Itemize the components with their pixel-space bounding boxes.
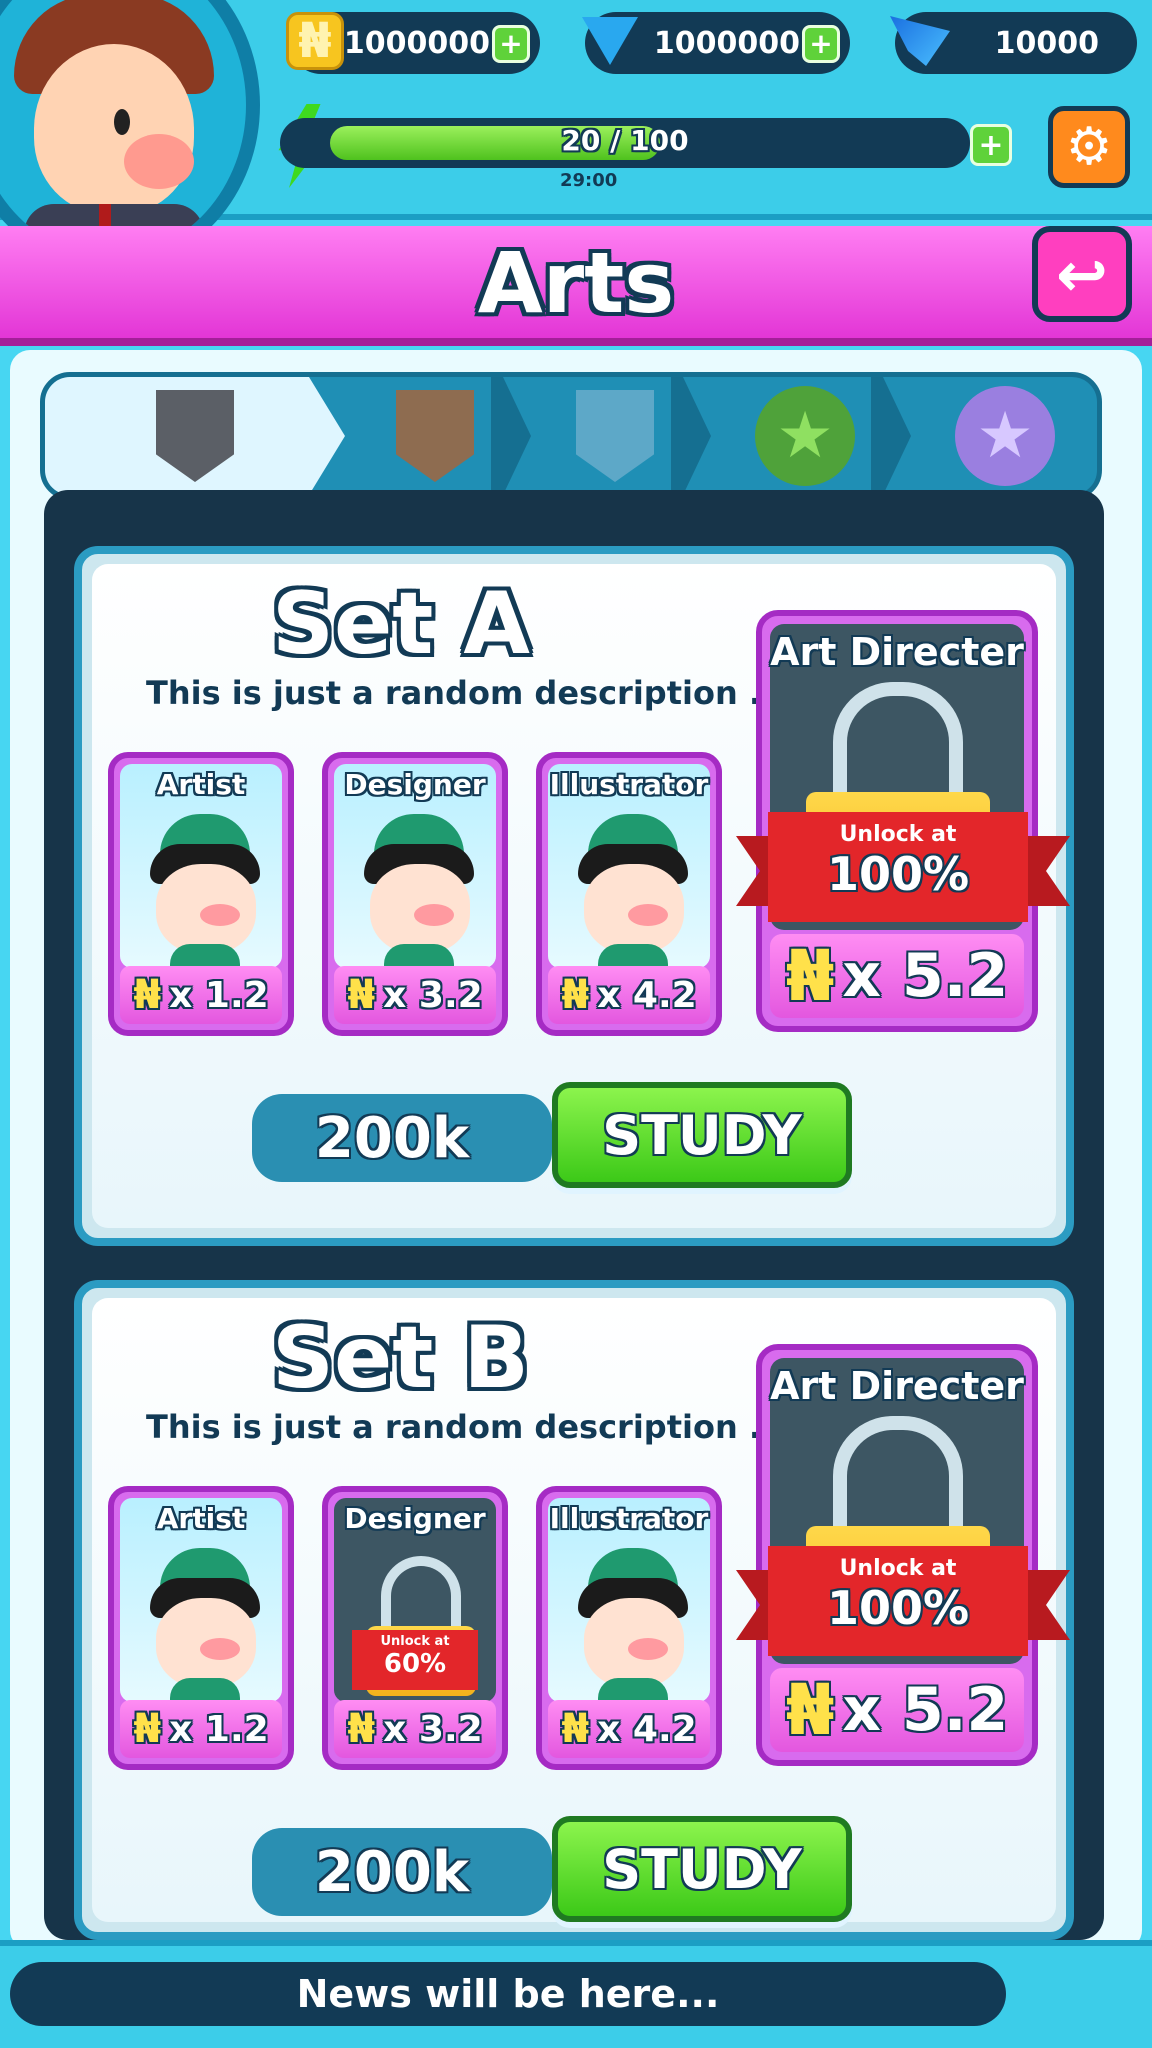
role-name: Designer	[344, 768, 486, 801]
role-name: Illustrator	[549, 1502, 709, 1535]
coins-value: 1000000	[343, 26, 490, 61]
role-name: Illustrator	[549, 768, 709, 801]
title-banner: Arts	[0, 226, 1152, 346]
tab-tier-3[interactable]	[525, 377, 711, 495]
naira-icon: ₦	[785, 1669, 835, 1751]
study-button[interactable]: STUDY	[552, 1082, 852, 1188]
gems-counter: 1000000 +	[582, 12, 850, 74]
add-energy-button[interactable]: +	[970, 124, 1012, 166]
role-multiplier: ₦ x 1.2	[120, 1700, 282, 1758]
role-card-illustrator[interactable]: Illustrator ₦ x 4.2	[536, 1486, 722, 1770]
naira-icon: ₦	[133, 1706, 162, 1752]
gems-value: 1000000	[653, 26, 800, 61]
tier-tabs: ★ ★	[40, 372, 1102, 500]
set-title: Set B	[272, 1308, 529, 1408]
energy-timer: 29:00	[560, 170, 618, 191]
silver-shield-icon	[576, 390, 654, 482]
role-card-artist[interactable]: Artist ₦ x 1.2	[108, 752, 294, 1036]
news-ticker: News will be here...	[10, 1962, 1006, 2026]
role-multiplier: ₦ x 5.2	[770, 1668, 1024, 1752]
diamond-icon	[575, 6, 645, 76]
top-hud: ₦ 1000000 + 1000000 + 10000 20 / 100 29:…	[0, 0, 1152, 270]
role-multiplier: ₦ x 3.2	[334, 1700, 496, 1758]
wing-icon	[885, 6, 955, 76]
role-multiplier: ₦ x 1.2	[120, 966, 282, 1024]
back-button[interactable]: ↩	[1032, 226, 1132, 322]
role-card-illustrator[interactable]: Illustrator ₦ x 4.2	[536, 752, 722, 1036]
study-cost: 200k	[252, 1828, 552, 1916]
role-card-designer[interactable]: Designer Unlock at 60% ₦ x 3.2	[322, 1486, 508, 1770]
naira-icon: ₦	[347, 1706, 376, 1752]
role-name: Designer	[344, 1502, 486, 1535]
naira-icon: ₦	[133, 972, 162, 1018]
page-title: Arts	[477, 234, 675, 332]
role-name: Art Directer	[770, 1364, 1024, 1408]
set-card: Set A This is just a random description …	[74, 546, 1074, 1246]
role-multiplier: ₦ x 5.2	[770, 934, 1024, 1018]
news-bar: News will be here...	[0, 1940, 1152, 2048]
unlock-ribbon: Unlock at 60%	[352, 1630, 478, 1690]
naira-icon: ₦	[785, 935, 835, 1017]
add-coins-button[interactable]: +	[492, 25, 530, 63]
role-multiplier: ₦ x 4.2	[548, 1700, 710, 1758]
sets-list: Set A This is just a random description …	[44, 490, 1104, 1940]
set-description: This is just a random description .	[146, 674, 762, 712]
role-card-art-director[interactable]: Art Directer Unlock at 100% ₦ x 5.2	[736, 610, 1070, 1032]
tab-tier-4[interactable]: ★	[705, 377, 911, 495]
role-card-designer[interactable]: Designer ₦ x 3.2	[322, 752, 508, 1036]
role-name: Artist	[156, 768, 246, 801]
bronze-shield-icon	[396, 390, 474, 482]
naira-icon: ₦	[347, 972, 376, 1018]
unlock-ribbon: Unlock at 100%	[768, 812, 1028, 922]
role-multiplier: ₦ x 4.2	[548, 966, 710, 1024]
wings-counter: 10000	[890, 12, 1137, 74]
role-card-art-director[interactable]: Art Directer Unlock at 100% ₦ x 5.2	[736, 1344, 1070, 1766]
naira-icon: ₦	[561, 1706, 590, 1752]
tab-tier-2[interactable]	[345, 377, 531, 495]
role-card-artist[interactable]: Artist ₦ x 1.2	[108, 1486, 294, 1770]
set-description: This is just a random description .	[146, 1408, 762, 1446]
tab-tier-5[interactable]: ★	[905, 377, 1097, 495]
study-button[interactable]: STUDY	[552, 1816, 852, 1922]
tab-tier-1[interactable]	[45, 377, 345, 495]
return-arrow-icon: ↩	[1056, 237, 1108, 311]
energy-bar: 20 / 100	[280, 118, 970, 168]
role-name: Art Directer	[770, 630, 1024, 674]
energy-text: 20 / 100	[561, 124, 689, 157]
naira-icon: ₦	[561, 972, 590, 1018]
role-name: Artist	[156, 1502, 246, 1535]
naira-coin-icon: ₦	[280, 6, 350, 76]
wings-value: 10000	[994, 26, 1099, 61]
grey-shield-icon	[156, 390, 234, 482]
add-gems-button[interactable]: +	[802, 25, 840, 63]
coins-counter: ₦ 1000000 +	[286, 12, 540, 74]
set-title: Set A	[272, 574, 530, 674]
settings-gear-icon[interactable]: ⚙	[1048, 106, 1130, 188]
role-multiplier: ₦ x 3.2	[334, 966, 496, 1024]
study-cost: 200k	[252, 1094, 552, 1182]
set-card: Set B This is just a random description …	[74, 1280, 1074, 1940]
purple-star-emblem-icon: ★	[955, 386, 1055, 486]
unlock-ribbon: Unlock at 100%	[768, 1546, 1028, 1656]
green-star-emblem-icon: ★	[755, 386, 855, 486]
